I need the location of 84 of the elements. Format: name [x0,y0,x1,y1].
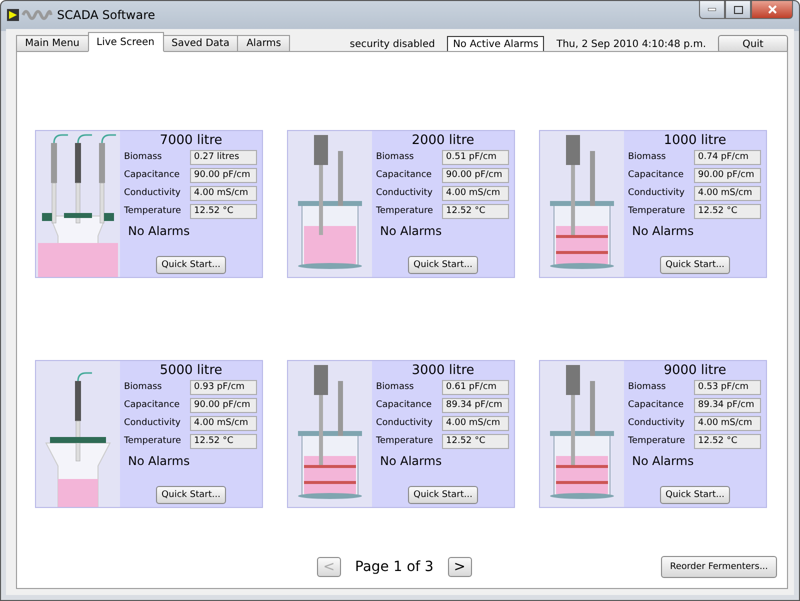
reading-value: 4.00 mS/cm [190,416,257,430]
close-icon [768,5,776,14]
fermenter-title: 2000 litre [412,133,474,148]
reading-value: 4.00 mS/cm [694,186,761,200]
logo-icon [7,8,53,22]
tab[interactable]: Main Menu [16,35,89,52]
reading-value: 4.00 mS/cm [442,416,509,430]
reading-label: Conductivity [628,418,686,428]
reading-value: 12.52 °C [694,204,761,218]
reading-label: Biomass [376,152,415,162]
maximize-button[interactable] [725,1,751,19]
close-button[interactable] [751,1,793,19]
maximize-icon [734,6,742,14]
minimize-icon [708,8,716,11]
quick-start-button[interactable]: Quick Start... [408,256,478,274]
quick-start-button[interactable]: Quick Start... [156,256,226,274]
alarm-text: No Alarms [128,224,191,238]
alarm-text: No Alarms [632,454,695,468]
reading-label: Temperature [376,206,434,216]
reading-value: 0.51 pF/cm [442,150,509,164]
date-time: Thu, 2 Sep 2010 4:10:48 p.m. [556,38,706,50]
reading-value: 0.74 pF/cm [694,150,761,164]
reading-label: Conductivity [376,418,434,428]
quick-start-button[interactable]: Quick Start... [156,486,226,504]
reading-value: 12.52 °C [190,434,257,448]
reading-label: Temperature [376,436,434,446]
fermenter-title: 5000 litre [160,363,222,378]
reading-label: Biomass [376,382,415,392]
reading-label: Temperature [124,436,182,446]
quick-start-button[interactable]: Quick Start... [408,486,478,504]
reading-label: Temperature [124,206,182,216]
fermenter-title: 1000 litre [664,133,726,148]
alarm-text: No Alarms [380,454,443,468]
fermenter-title: 7000 litre [160,133,222,148]
reading-value: 0.53 pF/cm [694,380,761,394]
reading-value: 4.00 mS/cm [190,186,257,200]
alarm-status: No Active Alarms [446,36,544,52]
reading-label: Conductivity [628,188,686,198]
reading-label: Temperature [628,436,686,446]
window-title: SCADA Software [57,8,156,22]
reading-value: 0.61 pF/cm [442,380,509,394]
reading-value: 90.00 pF/cm [442,168,509,182]
next-page-button[interactable]: > [448,557,472,577]
reading-value: 0.27 litres [190,150,257,164]
reading-value: 12.52 °C [694,434,761,448]
fermenter-title: 3000 litre [412,363,474,378]
reading-value: 89.34 pF/cm [694,398,761,412]
reading-value: 12.52 °C [442,434,509,448]
reading-label: Conductivity [124,418,182,428]
reading-value: 89.34 pF/cm [442,398,509,412]
reading-value: 90.00 pF/cm [190,168,257,182]
reading-label: Temperature [628,206,686,216]
reading-label: Capacitance [628,170,685,180]
reading-value: 0.93 pF/cm [190,380,257,394]
reading-value: 90.00 pF/cm [190,398,257,412]
fermenter-title: 9000 litre [664,363,726,378]
reading-label: Biomass [124,382,163,392]
quick-start-button[interactable]: Quick Start... [660,256,730,274]
reading-label: Conductivity [124,188,182,198]
quick-start-button[interactable]: Quick Start... [660,486,730,504]
minimize-button[interactable] [699,1,725,19]
reading-label: Conductivity [376,188,434,198]
security-status: security disabled [350,38,435,50]
reading-label: Capacitance [124,400,181,410]
reading-value: 4.00 mS/cm [442,186,509,200]
reading-label: Capacitance [124,170,181,180]
tab[interactable]: Saved Data [162,35,238,52]
reading-label: Capacitance [376,400,433,410]
reading-label: Biomass [124,152,163,162]
reading-value: 12.52 °C [442,204,509,218]
reading-value: 4.00 mS/cm [694,416,761,430]
reading-value: 12.52 °C [190,204,257,218]
reading-label: Capacitance [628,400,685,410]
page-indicator: Page 1 of 3 [355,559,434,575]
alarm-text: No Alarms [632,224,695,238]
tab[interactable]: Alarms [237,35,290,52]
reading-label: Capacitance [376,170,433,180]
reading-value: 90.00 pF/cm [694,168,761,182]
tab[interactable]: Live Screen [88,32,164,52]
reading-label: Biomass [628,382,667,392]
reorder-button[interactable]: Reorder Fermenters... [661,556,777,578]
reading-label: Biomass [628,152,667,162]
alarm-text: No Alarms [380,224,443,238]
alarm-text: No Alarms [128,454,191,468]
